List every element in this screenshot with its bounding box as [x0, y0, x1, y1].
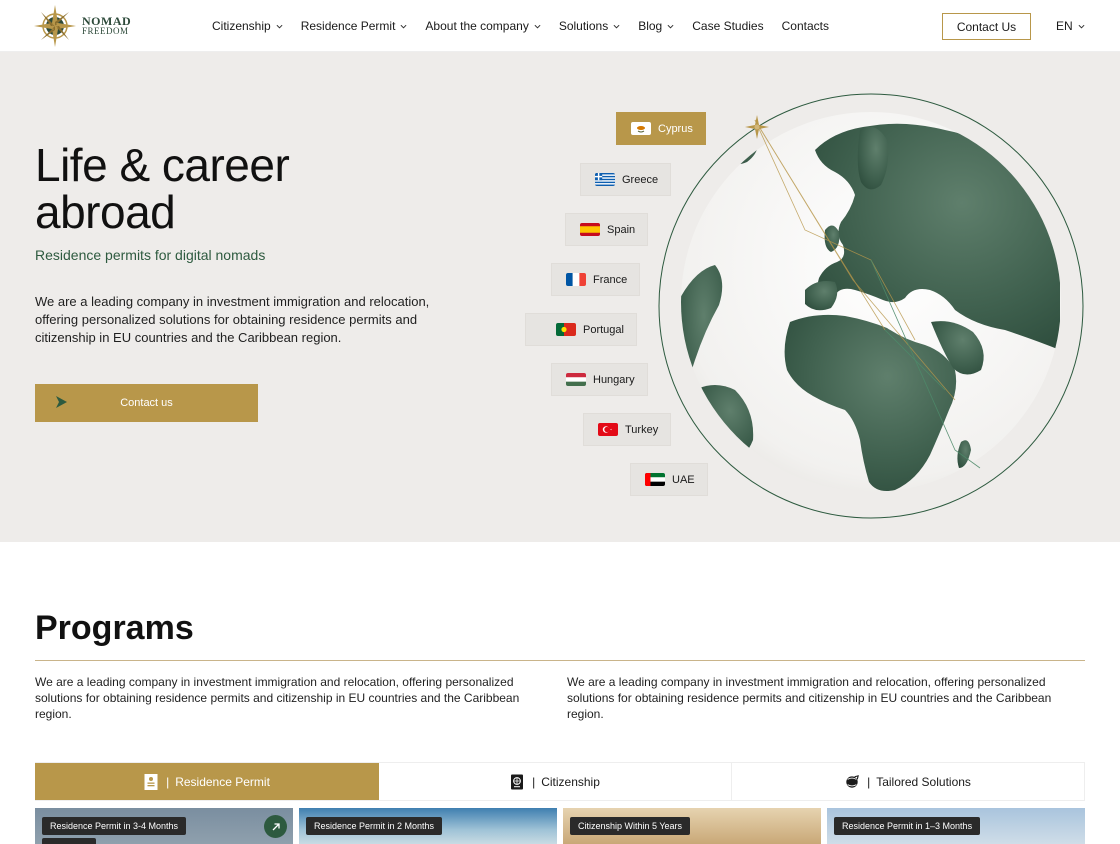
chevron-down-icon: [276, 24, 283, 29]
nav-item-solutions[interactable]: Solutions: [559, 19, 620, 33]
chevron-down-icon: [613, 24, 620, 29]
nav-item-label: Solutions: [558, 19, 609, 33]
program-card[interactable]: Citizenship Within 5 Years: [563, 808, 821, 844]
card-badge: Residence Permit in 2 Months: [306, 817, 443, 835]
program-tabs: | Residence Permit | Citizenship | Tailo…: [35, 762, 1085, 801]
tab-label: Citizenship: [541, 774, 600, 789]
hero-title: Life & career abroad: [35, 139, 290, 238]
chevron-down-icon: [534, 24, 541, 29]
cyprus-flag-icon: [631, 122, 651, 135]
nav-item-contacts[interactable]: Contacts: [782, 19, 829, 33]
program-card[interactable]: Residence Permit in 3-4 Months: [35, 808, 293, 844]
compass-logo-icon: N: [34, 5, 76, 47]
country-label: Spain: [607, 223, 636, 236]
country-chip-hungary[interactable]: Hungary: [551, 363, 648, 396]
hero-description: We are a leading company in investment i…: [35, 294, 430, 345]
portugal-flag-icon: [556, 323, 576, 336]
nav-item-blog[interactable]: Blog: [638, 19, 674, 33]
spain-flag-icon: [580, 223, 600, 236]
tab-citizenship[interactable]: | Citizenship: [379, 763, 732, 800]
tab-label: Residence Permit: [175, 774, 270, 789]
tab-residence-permit[interactable]: | Residence Permit: [35, 763, 379, 800]
program-card[interactable]: Residence Permit in 2 Months: [299, 808, 557, 844]
brand-logo[interactable]: N NOMAD FREEDOM: [34, 5, 131, 47]
hero-contact-button[interactable]: Contact us: [35, 384, 258, 422]
greece-flag-icon: [595, 173, 615, 186]
tab-tailored-solutions[interactable]: | Tailored Solutions: [732, 763, 1085, 800]
card-badge-secondary: [42, 838, 96, 844]
chevron-down-icon: [667, 24, 674, 29]
hero-subtitle: Residence permits for digital nomads: [35, 247, 266, 263]
program-cards: Residence Permit in 3-4 Months Residence…: [35, 808, 1085, 844]
language-selector[interactable]: EN: [1056, 19, 1085, 33]
country-label: Greece: [622, 173, 659, 186]
globe-illustration: [658, 93, 1084, 519]
card-badge: Residence Permit in 3-4 Months: [42, 817, 187, 835]
header-contact-button[interactable]: Contact Us: [942, 13, 1031, 40]
country-chip-france[interactable]: France: [551, 263, 641, 296]
arrow-up-right-icon[interactable]: [264, 815, 287, 838]
country-chip-portugal[interactable]: Portugal: [525, 313, 637, 346]
country-label: Hungary: [593, 373, 635, 386]
tab-separator: |: [532, 774, 536, 789]
nav-item-residence-permit[interactable]: Residence Permit: [301, 19, 408, 33]
brand-name: NOMAD FREEDOM: [82, 14, 132, 36]
hero-section: Life & career abroad Residence permits f…: [0, 52, 1120, 542]
site-header: N NOMAD FREEDOM Citizenship Residence Pe…: [0, 0, 1120, 52]
passport-icon: [511, 774, 524, 789]
chevron-down-icon: [1078, 24, 1085, 29]
card-badge: Residence Permit in 1–3 Months: [834, 817, 981, 835]
main-nav: Citizenship Residence Permit About the c…: [212, 0, 847, 52]
hero-contact-label: Contact us: [120, 397, 173, 409]
svg-text:N: N: [52, 22, 59, 32]
document-icon: [144, 773, 158, 790]
play-arrow-icon: [56, 396, 67, 408]
tab-separator: |: [166, 774, 170, 789]
tab-separator: |: [867, 774, 871, 789]
france-flag-icon: [566, 273, 586, 286]
chevron-down-icon: [400, 24, 407, 29]
country-label: France: [593, 273, 628, 286]
nav-item-label: Contacts: [781, 19, 829, 33]
nav-item-case-studies[interactable]: Case Studies: [692, 19, 763, 33]
language-label: EN: [1056, 19, 1073, 33]
hungary-flag-icon: [566, 373, 586, 386]
country-chip-spain[interactable]: Spain: [565, 213, 649, 246]
nav-item-label: Residence Permit: [300, 19, 396, 33]
globe-arrows-icon: [846, 774, 859, 788]
nav-item-citizenship[interactable]: Citizenship: [212, 19, 283, 33]
brand-name-line1: NOMAD: [82, 14, 132, 28]
country-label: Turkey: [625, 423, 659, 436]
programs-title: Programs: [35, 609, 194, 647]
programs-description-left: We are a leading company in investment i…: [35, 675, 520, 721]
nav-item-label: Blog: [638, 19, 663, 33]
program-card[interactable]: Residence Permit in 1–3 Months: [827, 808, 1085, 844]
card-badge: Citizenship Within 5 Years: [570, 817, 691, 835]
programs-description-right: We are a leading company in investment i…: [567, 675, 1052, 721]
country-label: Portugal: [583, 323, 624, 336]
brand-name-line2: FREEDOM: [82, 26, 129, 36]
nav-item-label: Citizenship: [212, 19, 271, 33]
section-divider: [35, 660, 1085, 661]
nav-item-about[interactable]: About the company: [425, 19, 541, 33]
nav-item-label: About the company: [425, 19, 529, 33]
tab-label: Tailored Solutions: [876, 774, 971, 789]
nav-item-label: Case Studies: [692, 19, 764, 33]
turkey-flag-icon: [598, 423, 618, 436]
